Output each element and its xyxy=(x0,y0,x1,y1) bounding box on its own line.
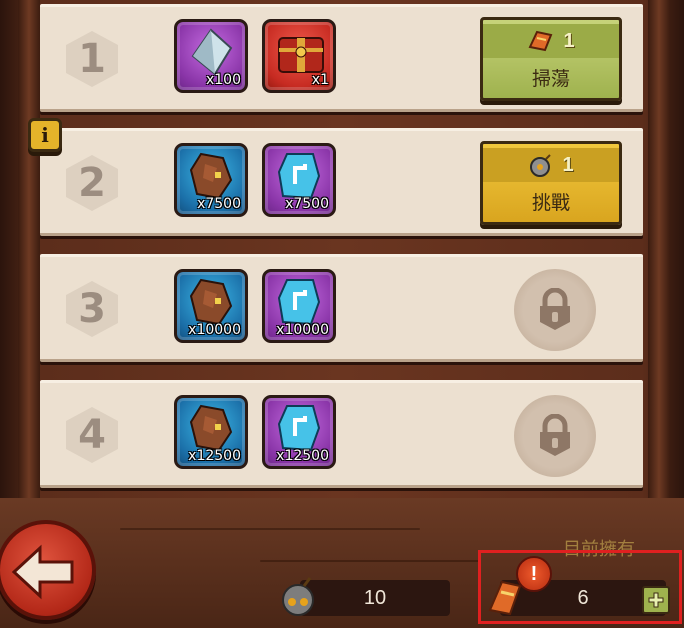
challenge-button[interactable]: 1 挑戰 xyxy=(480,141,622,225)
lock-icon xyxy=(540,288,570,330)
reward-ore[interactable]: x7500 xyxy=(174,143,248,217)
reward-crystal[interactable]: x100 xyxy=(174,19,248,93)
stage-number: 3 xyxy=(62,279,122,339)
reward-rune-stone[interactable]: x10000 xyxy=(262,269,336,343)
reward-rune-stone[interactable]: x7500 xyxy=(262,143,336,217)
reward-rune-stone[interactable]: x12500 xyxy=(262,395,336,469)
ore-icon xyxy=(189,278,233,326)
back-arrow-icon xyxy=(11,544,74,600)
stage-lock xyxy=(514,269,596,351)
scroll-ticket-icon xyxy=(528,30,553,52)
stage-number: 4 xyxy=(62,405,122,465)
stage-row-2: 2 x7500 x7500 1 挑戰 xyxy=(40,128,643,236)
challenge-cost: 1 xyxy=(483,148,619,182)
bomb-icon xyxy=(282,577,314,616)
lock-icon xyxy=(540,414,570,456)
right-pillar xyxy=(648,0,670,500)
info-icon: i xyxy=(41,123,49,147)
bomb-count: 10 xyxy=(363,586,387,609)
stage-row-1: 1 x100 x1 1 掃蕩 xyxy=(40,4,643,112)
stage-row-4: 4 x12500 x12500 xyxy=(40,380,643,488)
ore-icon xyxy=(189,152,233,200)
reward-treasure-chest[interactable]: x1 xyxy=(262,19,336,93)
sweep-label: 掃蕩 xyxy=(531,68,570,90)
info-button[interactable]: i xyxy=(28,118,62,152)
highlight-box xyxy=(478,550,682,624)
reward-ore[interactable]: x12500 xyxy=(174,395,248,469)
challenge-label: 挑戰 xyxy=(531,192,570,214)
back-button[interactable] xyxy=(0,520,96,620)
rune-stone-icon xyxy=(277,279,321,326)
reward-ore[interactable]: x10000 xyxy=(174,269,248,343)
bomb-icon xyxy=(530,154,552,177)
stage-number: 2 xyxy=(62,153,122,213)
stage-lock xyxy=(514,395,596,477)
sweep-button[interactable]: 1 掃蕩 xyxy=(480,17,622,101)
rune-stone-icon xyxy=(277,405,321,452)
rune-stone-icon xyxy=(277,153,321,200)
left-pillar xyxy=(18,0,40,500)
crystal-icon xyxy=(191,28,233,76)
ore-icon xyxy=(189,404,233,452)
stage-row-3: 3 x10000 x10000 xyxy=(40,254,643,362)
stage-number: 1 xyxy=(62,29,122,89)
bomb-currency: 10 xyxy=(282,577,450,616)
sweep-cost: 1 xyxy=(483,24,619,58)
